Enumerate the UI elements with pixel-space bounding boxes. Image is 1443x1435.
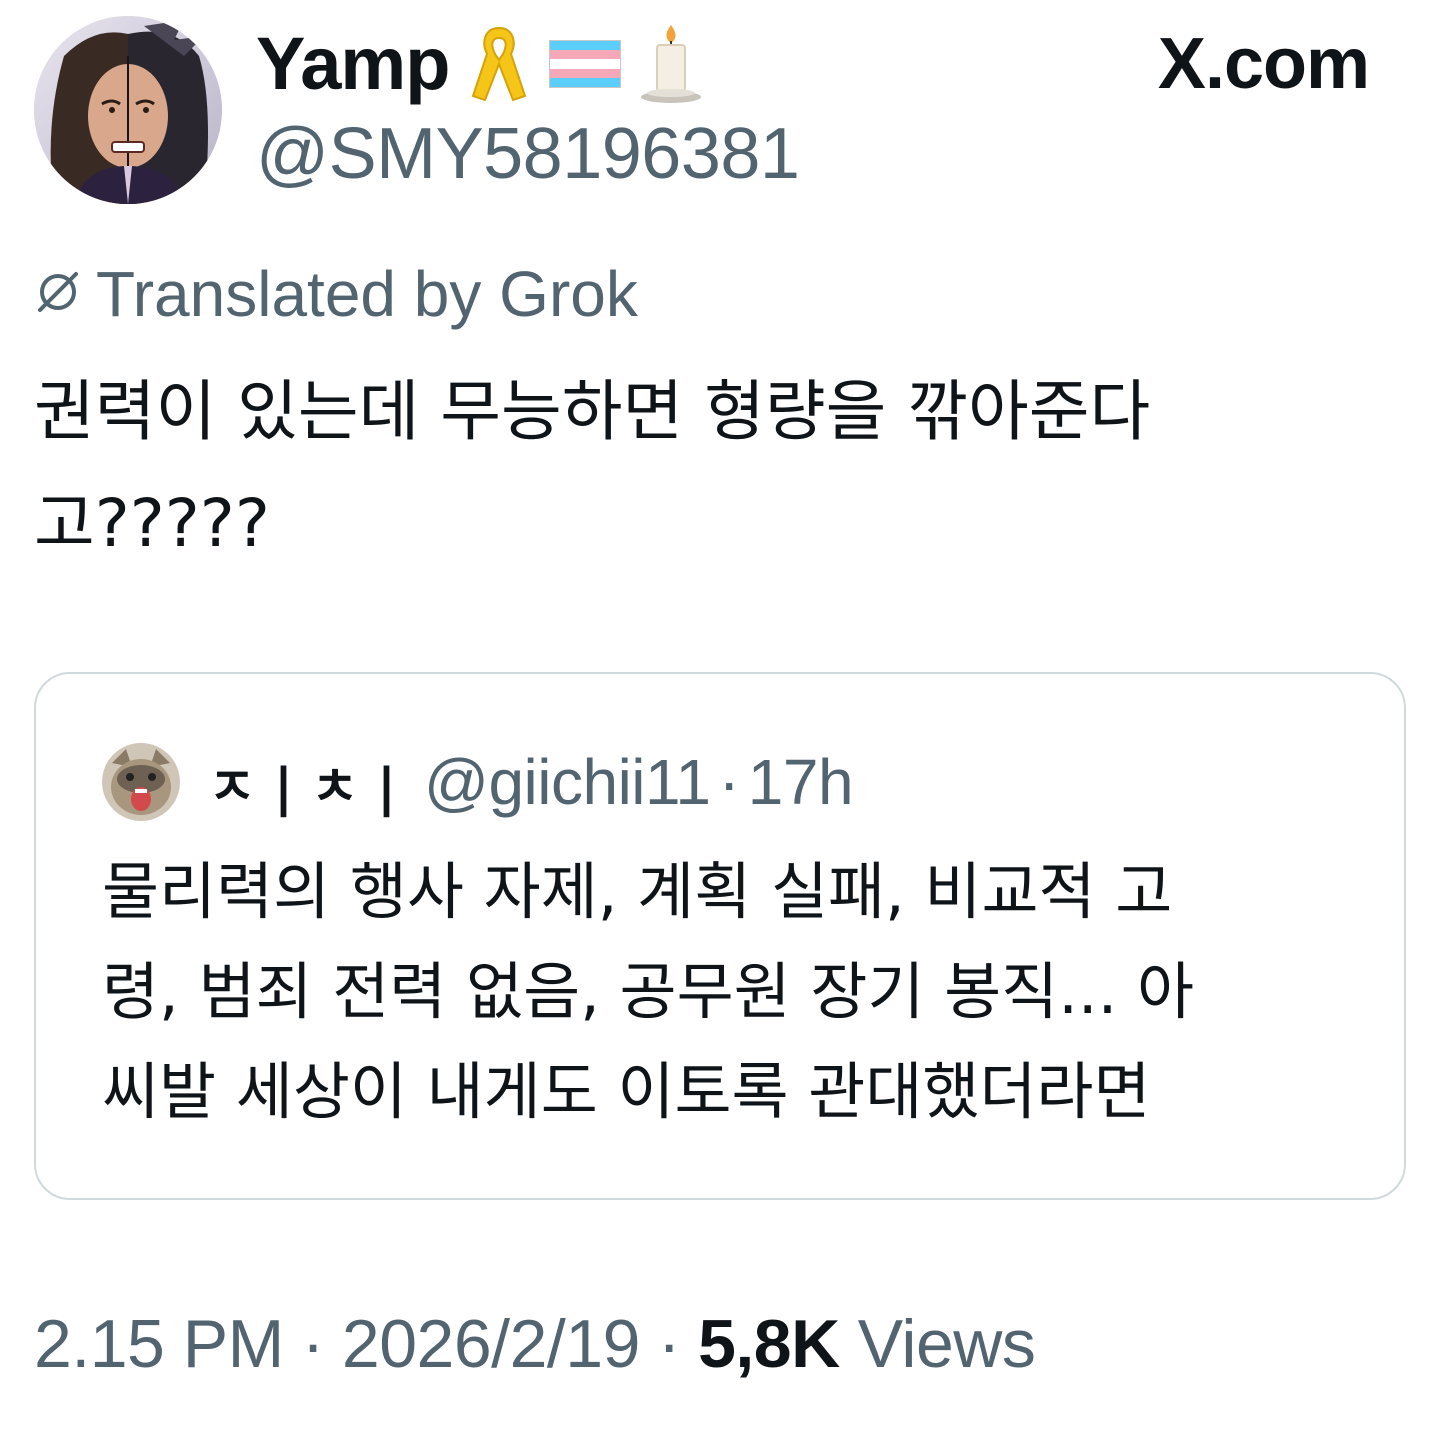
views-label: Views [857, 1306, 1036, 1382]
translation-toggle[interactable]: Translated by Grok [34, 262, 638, 326]
site-label-text: X.com [1157, 24, 1370, 104]
quote-tweet-card[interactable]: ㅈ | ㅊ | @giichii11 · 17h 물리력의 행사 자제, 계획 … [34, 672, 1406, 1200]
tweet-text: 권력이 있는데 무능하면 형량을 깎아준다 고????? [34, 373, 1151, 562]
tweet-date[interactable]: 2026/2/19 [342, 1310, 641, 1378]
quote-separator: · [718, 746, 740, 818]
quote-author-handle[interactable]: @giichii11 [424, 745, 711, 819]
transgender-flag-icon [549, 40, 622, 88]
author-avatar[interactable] [34, 16, 222, 204]
author-handle[interactable]: @SMY58196381 [256, 118, 800, 190]
meta-separator: · [301, 1306, 325, 1382]
tweet-time[interactable]: 2.15 PM [34, 1310, 284, 1378]
quote-timestamp[interactable]: 17h [748, 745, 854, 819]
candle-icon [639, 23, 703, 105]
quote-header: ㅈ | ㅊ | @giichii11 · 17h [102, 740, 854, 824]
site-label: X.com [1157, 24, 1370, 104]
quote-author-name[interactable]: ㅈ | ㅊ | [208, 745, 396, 820]
views-count[interactable]: 5,8K [698, 1310, 840, 1378]
tweet-meta: 2.15 PM · 2026/2/19 · 5,8K Views [34, 1306, 1036, 1382]
meta-separator: · [657, 1306, 681, 1382]
quote-author-avatar[interactable] [102, 743, 180, 821]
yellow-ribbon-icon [467, 24, 531, 104]
translation-label: Translated by Grok [96, 258, 638, 330]
author-display-name[interactable]: Yamp [256, 27, 450, 101]
translate-icon [34, 268, 82, 320]
author-name-row: Yamp [256, 22, 703, 106]
quote-text: 물리력의 행사 자제, 계획 실패, 비교적 고 령, 범죄 전력 없음, 공무… [102, 855, 1195, 1128]
